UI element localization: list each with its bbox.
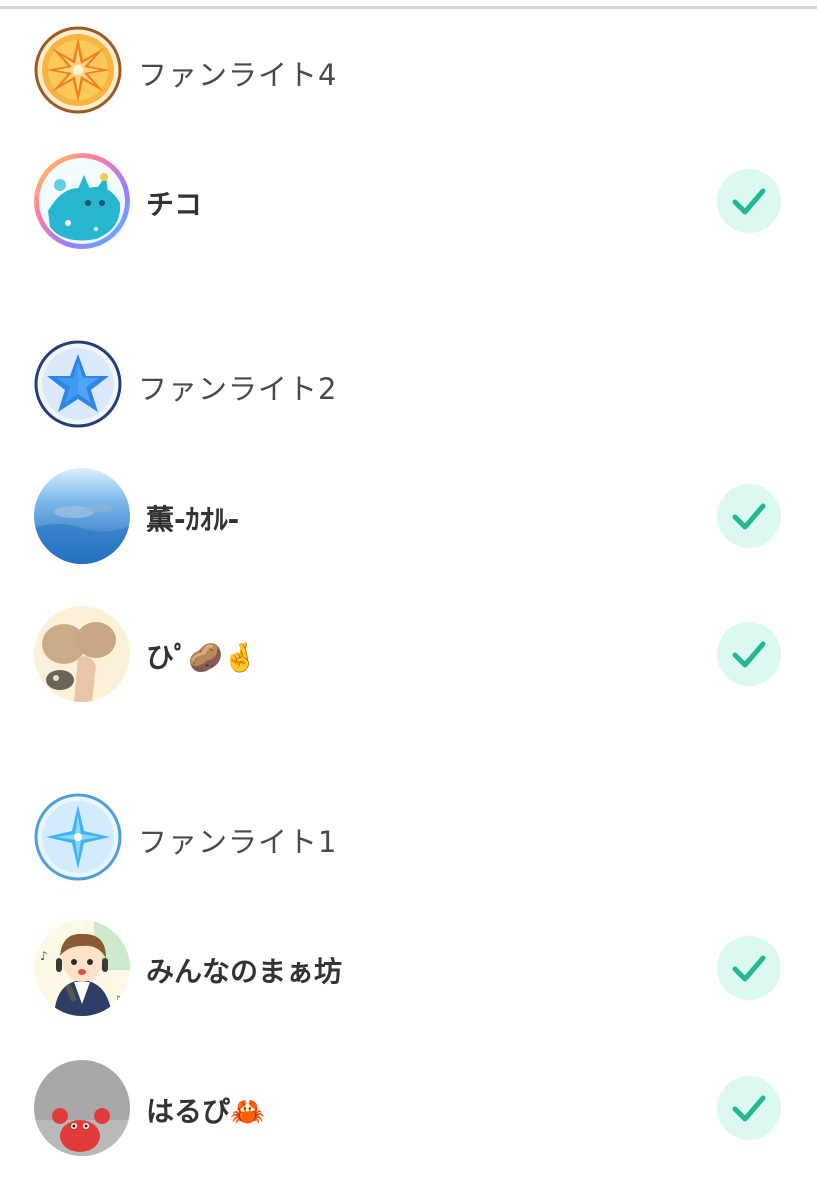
svg-text:♪: ♪: [114, 993, 122, 1007]
list-item-user[interactable]: 薫-ｶｵﾙ-: [0, 468, 817, 568]
level-header-fanlight-2: ファンライト2: [0, 340, 817, 430]
blue-star-icon: [34, 340, 122, 428]
underwater-whale-avatar[interactable]: [34, 468, 130, 564]
list-item-user[interactable]: チコ: [0, 153, 817, 253]
user-name: 薫-ｶｵﾙ-: [146, 503, 240, 536]
level-header-fanlight-4: ファンライト4: [0, 26, 817, 116]
checkmark-icon[interactable]: [717, 484, 781, 548]
user-name: はるぴ🦀: [146, 1095, 265, 1128]
list-item-user[interactable]: はるぴ🦀: [0, 1060, 817, 1160]
gold-compass-star-icon: [34, 26, 122, 114]
singing-boy-illustration-avatar[interactable]: ♪ ♪: [34, 920, 130, 1016]
level-header-fanlight-1: ファンライト1: [0, 793, 817, 883]
light-blue-sparkle-icon: [34, 793, 122, 881]
list-item-user[interactable]: ♪ ♪ みんなのまぁ坊: [0, 920, 817, 1020]
user-name: みんなのまぁ坊: [146, 955, 343, 988]
checkmark-icon[interactable]: [717, 622, 781, 686]
level-label: ファンライト4: [138, 58, 338, 92]
red-crab-avatar[interactable]: [34, 1060, 130, 1156]
level-label: ファンライト2: [138, 372, 338, 406]
checkmark-icon[interactable]: [717, 1076, 781, 1140]
potato-hand-photo-avatar[interactable]: [34, 606, 130, 702]
user-name: ひﾟ🥔🤞: [146, 641, 258, 674]
list-item-user[interactable]: ひﾟ🥔🤞: [0, 606, 817, 706]
top-divider: [0, 6, 817, 9]
checkmark-icon[interactable]: [717, 169, 781, 233]
teal-cat-art-avatar[interactable]: [34, 153, 130, 249]
level-label: ファンライト1: [138, 825, 338, 859]
svg-text:♪: ♪: [40, 949, 48, 963]
checkmark-icon[interactable]: [717, 936, 781, 1000]
user-name: チコ: [146, 188, 203, 221]
